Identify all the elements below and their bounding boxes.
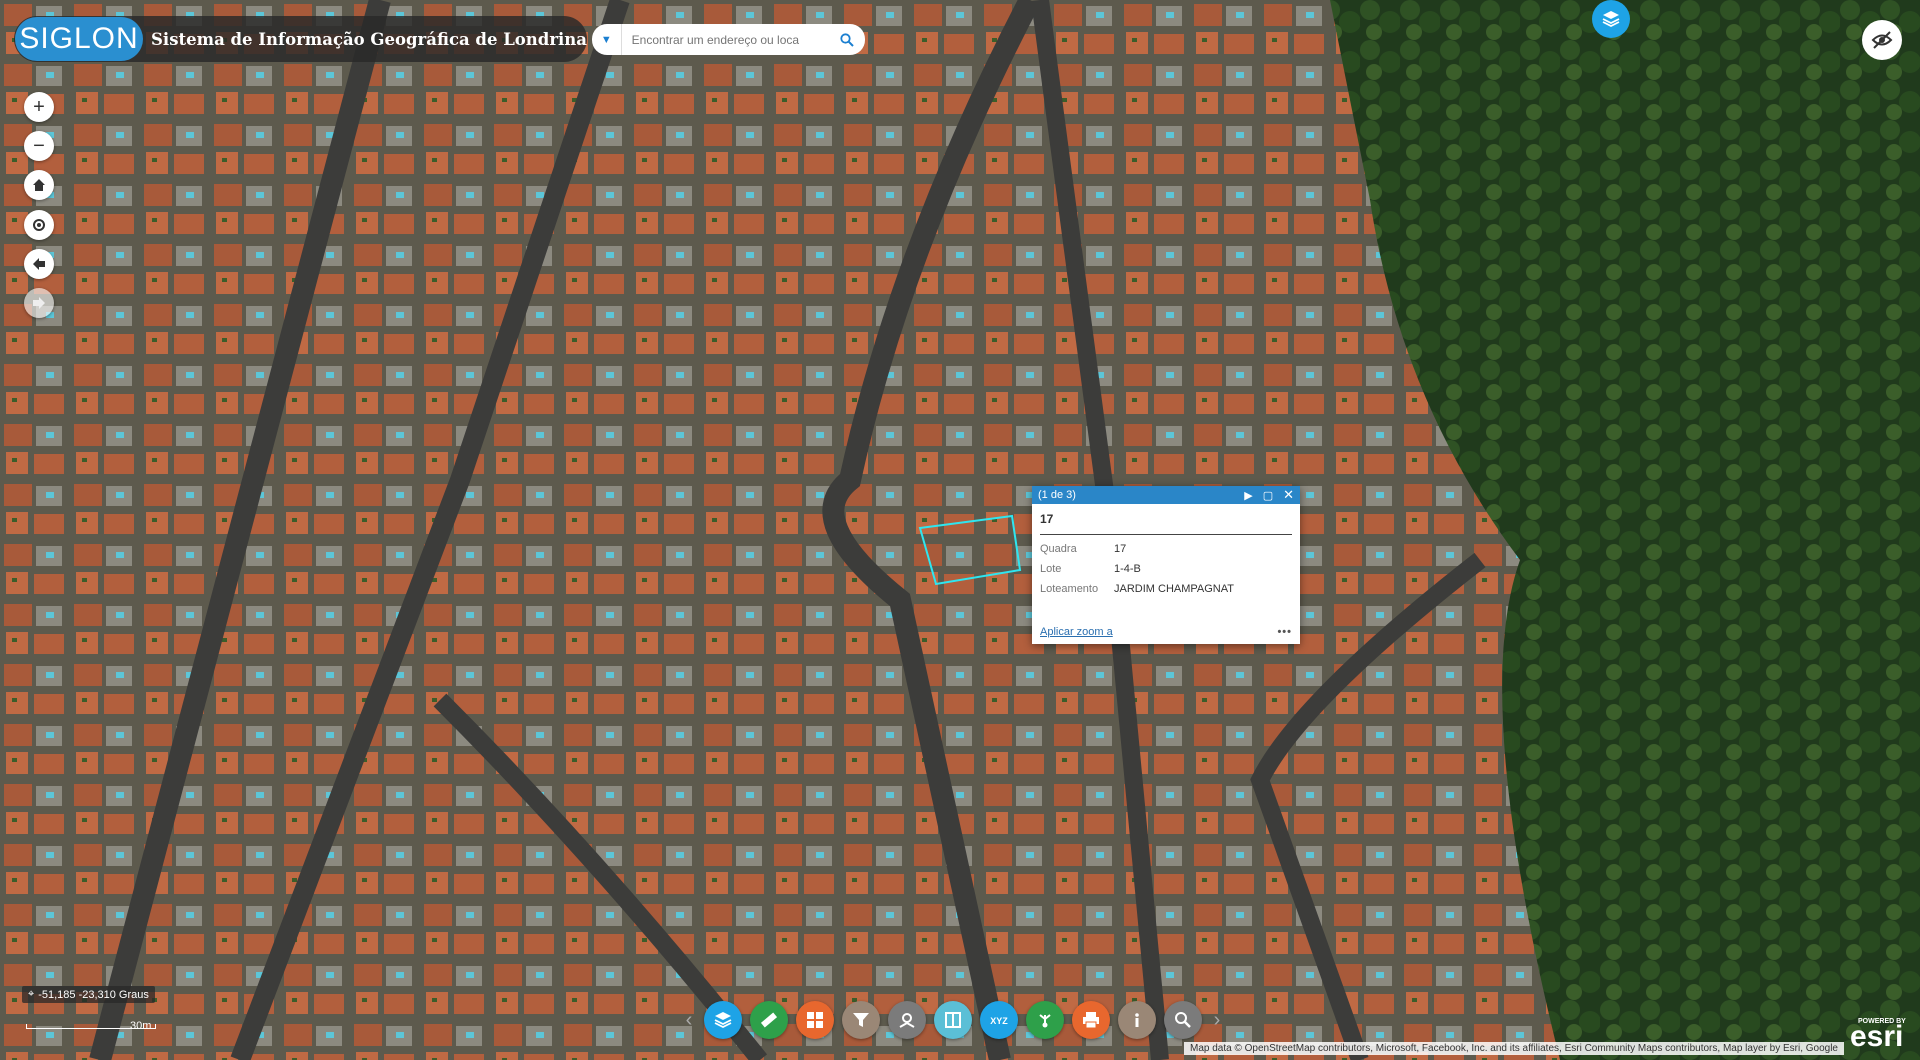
- arrow-right-icon: [33, 297, 45, 309]
- table-row: Loteamento JARDIM CHAMPAGNAT: [1040, 579, 1234, 599]
- table-row: Lote 1-4-B: [1040, 559, 1234, 579]
- popup-pager: (1 de 3): [1038, 489, 1076, 501]
- info-tool-button[interactable]: [1118, 1001, 1156, 1039]
- popup-footer: Aplicar zoom a •••: [1040, 626, 1292, 638]
- map-attribution: Map data © OpenStreetMap contributors, M…: [1183, 1042, 1844, 1055]
- minus-icon: −: [33, 134, 45, 157]
- app-title: Sistema de Informação Geográfica de Lond…: [151, 29, 587, 49]
- xyz-icon: XYZ: [990, 1016, 1008, 1026]
- search-input[interactable]: [621, 32, 829, 47]
- popup-header: (1 de 3) ▶ ▢ ✕: [1032, 486, 1300, 504]
- field-value: 1-4-B: [1114, 563, 1141, 575]
- location-search-icon: [899, 1013, 915, 1028]
- layer-list-button[interactable]: [1592, 0, 1630, 38]
- home-icon: [33, 179, 45, 191]
- chevron-down-icon: ▼: [600, 33, 612, 46]
- table-row: Quadra 17: [1040, 539, 1234, 559]
- previous-extent-button[interactable]: [24, 249, 54, 279]
- chevron-right-icon: ›: [1213, 1008, 1221, 1031]
- next-feature-button[interactable]: ▶: [1244, 489, 1252, 502]
- toggle-visibility-button[interactable]: [1862, 20, 1902, 60]
- scale-label: 30m: [130, 1020, 152, 1032]
- search-source-dropdown[interactable]: ▼: [592, 24, 622, 55]
- maximize-button[interactable]: ▢: [1263, 489, 1273, 502]
- location-tool-button[interactable]: [888, 1001, 926, 1039]
- svg-text:XYZ: XYZ: [990, 1016, 1008, 1026]
- eye-off-icon: [1871, 31, 1893, 49]
- chevron-left-icon: ‹: [685, 1008, 693, 1031]
- more-actions-button[interactable]: •••: [1277, 626, 1292, 638]
- satellite-map[interactable]: [0, 0, 1920, 1060]
- feature-popup: (1 de 3) ▶ ▢ ✕ 17 Quadra 17 Lote 1-4-B L…: [1032, 486, 1300, 644]
- plus-icon: +: [33, 95, 45, 118]
- attribute-table: Quadra 17 Lote 1-4-B Loteamento JARDIM C…: [1040, 539, 1234, 599]
- filter-tool-button[interactable]: [842, 1001, 880, 1039]
- siglon-logo: SIGLON: [15, 17, 144, 61]
- home-button[interactable]: [24, 170, 54, 200]
- search-button[interactable]: [829, 32, 865, 47]
- toolbar-next-button[interactable]: ›: [1206, 1009, 1228, 1032]
- swipe-tool-button[interactable]: [934, 1001, 972, 1039]
- share-tool-button[interactable]: [1026, 1001, 1064, 1039]
- address-search: ▼: [592, 24, 865, 55]
- swipe-icon: [945, 1012, 961, 1028]
- scale-bar: 30m: [26, 1020, 156, 1032]
- arrow-left-icon: [33, 258, 45, 270]
- layers-tool-button[interactable]: [704, 1001, 742, 1039]
- bottom-toolbar: ‹ XYZ ›: [678, 999, 1228, 1041]
- field-key: Loteamento: [1040, 583, 1099, 595]
- xyz-tool-button[interactable]: XYZ: [980, 1001, 1018, 1039]
- measure-tool-button[interactable]: [750, 1001, 788, 1039]
- field-value: JARDIM CHAMPAGNAT: [1114, 583, 1234, 595]
- search-icon: [840, 32, 854, 47]
- print-tool-button[interactable]: [1072, 1001, 1110, 1039]
- zoom-to-link[interactable]: Aplicar zoom a: [1040, 626, 1113, 638]
- coordinate-display[interactable]: ⌖ -51,185 -23,310 Graus: [22, 986, 155, 1003]
- zoom-search-tool-button[interactable]: [1164, 1001, 1202, 1039]
- zoom-in-button[interactable]: +: [24, 92, 54, 122]
- field-key: Lote: [1040, 563, 1062, 575]
- zoom-out-button[interactable]: −: [24, 131, 54, 161]
- field-value: 17: [1114, 543, 1127, 555]
- basemap-gallery-button[interactable]: [796, 1001, 834, 1039]
- esri-logo: POWERED BY esri: [1850, 1018, 1906, 1054]
- toolbar-prev-button[interactable]: ‹: [678, 1009, 700, 1032]
- close-button[interactable]: ✕: [1283, 487, 1294, 503]
- locate-button[interactable]: [24, 210, 54, 240]
- layers-icon: [1602, 11, 1620, 28]
- crosshair-icon: ⌖: [28, 988, 35, 1000]
- app-header: SIGLON Sistema de Informação Geográfica …: [14, 16, 587, 62]
- field-key: Quadra: [1040, 543, 1077, 555]
- share-icon: [1039, 1014, 1051, 1028]
- locate-icon: [33, 219, 45, 231]
- grid-icon: [807, 1012, 823, 1028]
- measure-ruler-icon: [760, 1012, 778, 1028]
- layers-icon: [714, 1012, 732, 1029]
- coordinate-text: -51,185 -23,310 Graus: [38, 988, 149, 1001]
- info-icon: [1135, 1013, 1139, 1027]
- filter-icon: [853, 1013, 869, 1027]
- popup-title: 17: [1040, 512, 1292, 535]
- print-icon: [1083, 1012, 1099, 1029]
- zoom-search-icon: [1175, 1012, 1191, 1028]
- powered-by-text: POWERED BY: [1858, 1018, 1906, 1025]
- next-extent-button[interactable]: [24, 288, 54, 318]
